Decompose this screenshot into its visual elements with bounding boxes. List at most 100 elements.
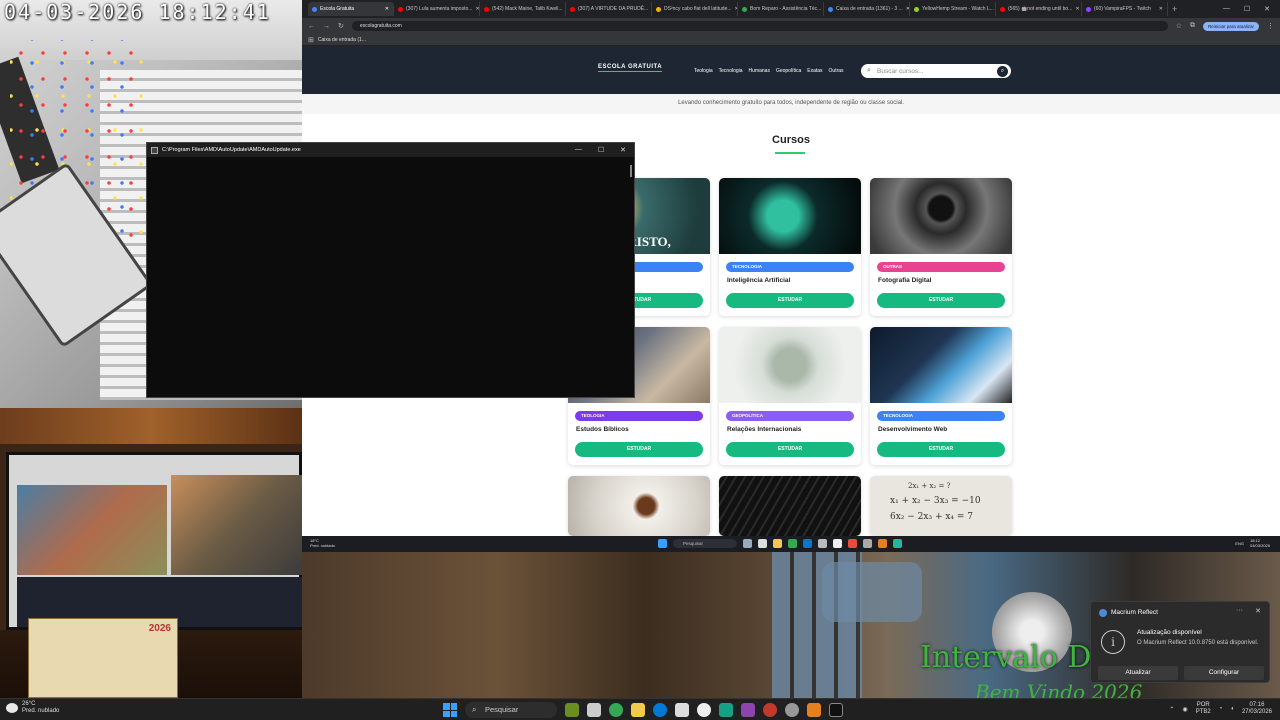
configure-button[interactable]: Configurar (1184, 666, 1264, 680)
reload-icon[interactable]: ↻ (338, 22, 344, 30)
update-button[interactable]: Atualizar (1098, 666, 1178, 680)
close-icon[interactable]: ✕ (385, 6, 389, 12)
nav-item-outras[interactable]: Outras (829, 68, 844, 74)
app-icon[interactable] (878, 539, 887, 548)
course-card[interactable]: GEOPOLÍTICA Relações Internacionais ESTU… (719, 327, 861, 465)
chrome-icon[interactable] (788, 539, 797, 548)
app-icon[interactable] (719, 703, 733, 717)
start-icon[interactable] (443, 703, 457, 717)
course-card[interactable]: 2x₁ + x₂ = ? x₁ + x₂ − 3x₃ = −10 6x₂ − 2… (870, 476, 1012, 536)
url-field[interactable]: escolagratuita.com (351, 21, 1168, 31)
app-icon[interactable] (697, 703, 711, 717)
nav-item-teologia[interactable]: Teologia (694, 68, 713, 74)
app-icon[interactable] (893, 539, 902, 548)
discord-icon[interactable] (741, 703, 755, 717)
chrome-icon[interactable] (609, 703, 623, 717)
new-tab-button[interactable]: + (1172, 4, 1177, 14)
taskbar-search[interactable]: ⌕ Pesquisar (465, 702, 557, 718)
study-button[interactable]: ESTUDAR (726, 293, 854, 308)
course-card[interactable]: TECNOLOGIA Inteligência Artificial ESTUD… (719, 178, 861, 316)
close-icon[interactable]: ✕ (1159, 6, 1163, 12)
browser-tab[interactable]: YellowHemp Stream - Watch L...✕ (910, 2, 996, 16)
browser-tab[interactable]: (60) VampiraFPS - Twitch ✕ (1082, 2, 1168, 16)
browser-tab[interactable]: Caixa de entrada (1361) - 3 ... ✕ (824, 2, 910, 16)
study-button[interactable]: ESTUDAR (575, 442, 703, 457)
folder-icon[interactable] (631, 703, 645, 717)
tab-label: YellowHemp Stream - Watch L... (922, 6, 994, 12)
restart-update-button[interactable]: Reiniciar para atualizar (1202, 21, 1259, 31)
nav-item-humanas[interactable]: Humanas (749, 68, 770, 74)
weather-widget[interactable]: 26°C Pred. nublado (6, 701, 59, 715)
nav-item-tecnologia[interactable]: Tecnologia (719, 68, 743, 74)
chevron-up-icon[interactable]: ⌃ (1169, 706, 1174, 713)
remote-weather[interactable]: 18°C Pred. nublado (310, 538, 335, 548)
nav-item-exatas[interactable]: Exatas (807, 68, 822, 74)
edge-icon[interactable] (803, 539, 812, 548)
browser-tab[interactable]: Bom Reparo - Assistência Téc...✕ (738, 2, 824, 16)
browser-tab[interactable]: (565) 🤖not ending until bo... ✕ (996, 2, 1082, 16)
app-icon[interactable] (818, 539, 827, 548)
extensions-icon[interactable]: ⧉ (1190, 22, 1195, 30)
maximize-icon[interactable]: ☐ (1244, 5, 1250, 13)
terminal-icon[interactable] (829, 703, 843, 717)
close-icon[interactable]: ✕ (1255, 607, 1261, 615)
site-logo[interactable]: ESCOLA GRATUITA (598, 64, 663, 72)
course-card[interactable] (719, 476, 861, 536)
more-options-icon[interactable]: ··· (1236, 607, 1243, 614)
search-submit-icon[interactable]: ⌕ (997, 66, 1008, 77)
widget-icon[interactable] (565, 703, 579, 717)
apps-icon[interactable]: ⊞ (308, 36, 314, 44)
notification-toast[interactable]: Macrium Reflect ··· ✕ i Atualização disp… (1090, 601, 1270, 683)
course-card[interactable]: OUTRAS Fotografia Digital ESTUDAR (870, 178, 1012, 316)
study-button[interactable]: ESTUDAR (877, 293, 1005, 308)
nav-item-geopolitica[interactable]: Geopolítica (776, 68, 801, 74)
back-icon[interactable]: ← (308, 23, 315, 30)
browser-tab[interactable]: DS²ncy cabo flat dell latitude...✕ (652, 2, 738, 16)
settings-icon[interactable] (863, 539, 872, 548)
calendar-icon[interactable] (675, 703, 689, 717)
browser-tab[interactable]: Escola Gratuita ✕ (308, 2, 394, 16)
remote-lang[interactable]: ENG (1235, 541, 1244, 546)
close-icon[interactable]: ✕ (620, 146, 626, 154)
close-icon[interactable]: ✕ (1075, 6, 1079, 12)
language-indicator[interactable]: POR PTB2 (1196, 702, 1211, 716)
menu-icon[interactable]: ⋮ (1267, 22, 1274, 30)
console-window[interactable]: C:\Program Files\AMD\AutoUpdate\AMDAutoU… (146, 142, 635, 398)
close-icon[interactable]: ✕ (1264, 5, 1270, 13)
folder-icon[interactable] (773, 539, 782, 548)
taskview-icon[interactable] (587, 703, 601, 717)
browser-tab[interactable]: (307) A VIRTUDE DA PRUDÊ...✕ (566, 2, 652, 16)
console-titlebar[interactable]: C:\Program Files\AMD\AutoUpdate\AMDAutoU… (147, 143, 634, 157)
taskview-icon[interactable] (758, 539, 767, 548)
start-icon[interactable] (658, 539, 667, 548)
study-button[interactable]: ESTUDAR (726, 442, 854, 457)
app-icon[interactable] (833, 539, 842, 548)
clock[interactable]: 07:16 27/03/2026 (1242, 702, 1272, 716)
settings-icon[interactable] (785, 703, 799, 717)
bookmark-item[interactable]: Caixa de entrada (1... (318, 37, 366, 43)
browser-tab[interactable]: (307) Lula aumenta imposto... ✕ (394, 2, 480, 16)
remote-search[interactable]: Pesquisar (673, 539, 737, 548)
edge-icon[interactable] (653, 703, 667, 717)
forward-icon[interactable]: → (323, 23, 330, 30)
app-icon[interactable] (848, 539, 857, 548)
vlc-icon[interactable] (807, 703, 821, 717)
course-search[interactable]: ⌕ Buscar cursos... ⌕ (859, 62, 1013, 80)
study-button[interactable]: ESTUDAR (877, 442, 1005, 457)
remote-clock[interactable]: 18:12 04/03/2026 (1250, 538, 1270, 548)
course-card[interactable] (568, 476, 710, 536)
network-icon[interactable]: ◉ (1182, 706, 1187, 713)
close-icon[interactable]: ✕ (475, 6, 479, 12)
maximize-icon[interactable]: ☐ (598, 146, 604, 154)
bookmark-star-icon[interactable]: ☆ (1176, 22, 1182, 30)
minimize-icon[interactable]: — (1223, 5, 1230, 13)
browser-tab[interactable]: (542) Mack Maine, Talib Kweli...✕ (480, 2, 566, 16)
console-scrollbar[interactable] (630, 165, 632, 177)
widget-icon[interactable] (743, 539, 752, 548)
course-card[interactable]: TECNOLOGIA Desenvolvimento Web ESTUDAR (870, 327, 1012, 465)
minimize-icon[interactable]: — (575, 146, 582, 154)
wifi-icon[interactable]: ◔ (1219, 706, 1223, 712)
volume-icon[interactable]: ◖ (1230, 706, 1234, 712)
search-input[interactable]: Buscar cursos... (877, 68, 924, 75)
app-icon[interactable] (763, 703, 777, 717)
